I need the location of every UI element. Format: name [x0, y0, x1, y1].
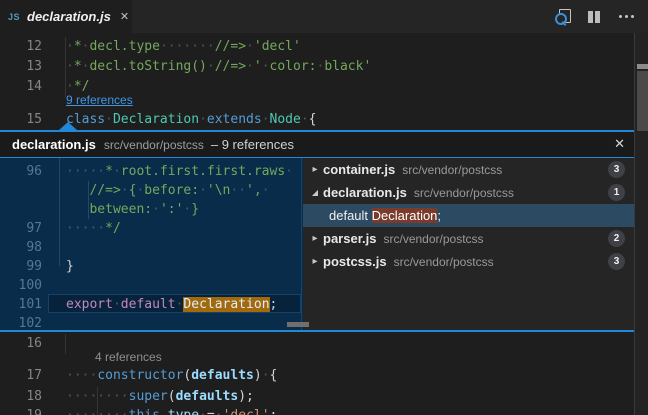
file-path: src/vendor/postcss [414, 186, 514, 200]
twistie-collapsed-icon[interactable]: ▸ [307, 164, 323, 175]
horizontal-scrollbar-thumb[interactable] [287, 322, 309, 327]
file-row-container-js[interactable]: ▸container.js src/vendor/postcss 3 [303, 158, 634, 181]
references-list[interactable]: ▸container.jssrc/vendor/postcss3◢declara… [303, 158, 634, 330]
tab-declaration-js[interactable]: JS declaration.js ✕ [0, 0, 132, 33]
reference-count-badge: 3 [608, 253, 625, 270]
line-number: 16 [0, 334, 42, 354]
codelens-references-link[interactable]: 9 references [66, 93, 133, 107]
split-editor-icon[interactable] [588, 11, 602, 23]
overview-ruler [301, 158, 302, 330]
file-path: src/vendor/postcss [384, 232, 484, 246]
file-name: declaration.js [323, 185, 407, 200]
file-row-postcss-js[interactable]: ▸postcss.js src/vendor/postcss 3 [303, 250, 634, 273]
peek-title-file: declaration.js [12, 137, 96, 152]
editor-scrollbar[interactable] [634, 33, 648, 415]
peek-border [0, 330, 634, 332]
find-references-icon[interactable] [555, 9, 571, 25]
twistie-collapsed-icon[interactable]: ▸ [307, 256, 323, 267]
match-highlight: Declaration [372, 208, 438, 223]
file-path: src/vendor/postcss [394, 255, 494, 269]
reference-count-badge: 1 [608, 184, 625, 201]
overview-match-marker [637, 64, 648, 69]
twistie-expanded-icon[interactable]: ◢ [307, 188, 323, 197]
peek-title-meta: – 9 references [211, 137, 294, 152]
twistie-collapsed-icon[interactable]: ▸ [307, 233, 323, 244]
reference-row[interactable]: default Declaration; [303, 204, 634, 227]
line-number: 19 [0, 406, 42, 415]
js-language-icon: JS [8, 12, 20, 22]
file-row-declaration-js[interactable]: ◢declaration.js src/vendor/postcss 1 [303, 181, 634, 204]
code-line-18: 18········super(defaults); [0, 387, 634, 407]
reference-count-badge: 2 [608, 230, 625, 247]
code-line-17: 17····constructor(defaults)·{ [0, 366, 634, 386]
tab-title: declaration.js [27, 9, 111, 24]
reference-text: default Declaration; [329, 208, 441, 223]
peek-arrow [59, 122, 77, 130]
more-actions-icon[interactable] [619, 0, 634, 33]
reference-count-badge: 3 [608, 161, 625, 178]
file-name: parser.js [323, 231, 377, 246]
peek-title-path: src/vendor/postcss [104, 138, 204, 152]
editor-actions [555, 0, 634, 33]
line-number: 18 [0, 387, 42, 407]
line-number: 17 [0, 366, 42, 386]
file-name: postcss.js [323, 254, 387, 269]
codelens-references-label[interactable]: 4 references [95, 350, 162, 364]
code-line-19: 19········this.type·=·'decl'; [0, 406, 634, 415]
peek-header: declaration.js src/vendor/postcss – 9 re… [0, 130, 634, 158]
file-name: container.js [323, 162, 395, 177]
tab-bar: JS declaration.js ✕ [0, 0, 648, 33]
vscode-editor-window: 12·*·decl.type·······//=>·'decl'13·*·dec… [0, 0, 648, 415]
file-path: src/vendor/postcss [402, 163, 502, 177]
tab-close-icon[interactable]: ✕ [120, 10, 129, 23]
scrollbar-thumb[interactable] [637, 71, 648, 131]
peek-close-icon[interactable]: ✕ [614, 136, 625, 152]
file-row-parser-js[interactable]: ▸parser.js src/vendor/postcss 2 [303, 227, 634, 250]
